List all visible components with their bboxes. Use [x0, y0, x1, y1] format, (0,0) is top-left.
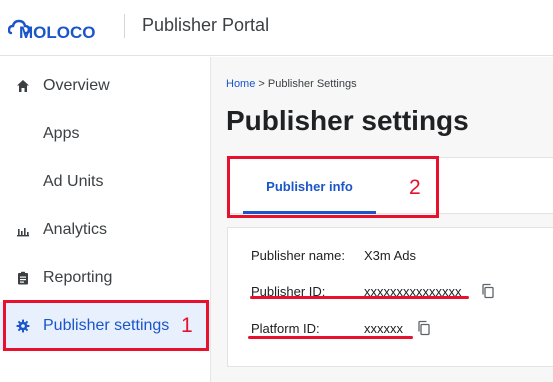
header-divider — [124, 14, 125, 38]
breadcrumb-current: Publisher Settings — [267, 78, 357, 90]
home-icon — [15, 78, 31, 94]
copy-icon[interactable] — [480, 283, 496, 299]
sidebar-item-label: Overview — [43, 77, 110, 94]
publisher-name-value: X3m Ads — [364, 248, 417, 263]
breadcrumb-separator: > — [258, 78, 265, 90]
sidebar-item-label: Apps — [43, 125, 80, 142]
annotation-box-1 — [3, 300, 209, 351]
platform-id-value: xxxxxx — [364, 321, 403, 336]
svg-text:MOLOCO: MOLOCO — [19, 23, 96, 41]
breadcrumb-home-link[interactable]: Home — [226, 78, 255, 90]
annotation-underline-platform-id — [248, 336, 413, 339]
annotation-box-2 — [227, 156, 439, 218]
sidebar-item-ad-units[interactable]: Ad Units — [0, 158, 210, 206]
moloco-logo[interactable]: MOLOCO — [8, 13, 120, 41]
sidebar-item-apps[interactable]: Apps — [0, 110, 210, 158]
moloco-logo-icon: MOLOCO — [8, 19, 96, 41]
sidebar-item-overview[interactable]: Overview — [0, 62, 210, 110]
sidebar-item-reporting[interactable]: Reporting — [0, 254, 210, 302]
sidebar-item-analytics[interactable]: Analytics — [0, 206, 210, 254]
copy-icon[interactable] — [416, 320, 432, 336]
annotation-number-1: 1 — [181, 314, 193, 337]
main-content: Home > Publisher Settings Publisher sett… — [211, 57, 553, 382]
sidebar-item-label: Analytics — [43, 221, 108, 238]
platform-id-label: Platform ID: — [251, 321, 320, 336]
clipboard-icon — [15, 270, 31, 286]
app-title: Publisher Portal — [142, 15, 270, 35]
bar-chart-icon — [15, 222, 31, 238]
top-bar: MOLOCO Publisher Portal — [0, 0, 553, 56]
annotation-underline-publisher-id — [250, 296, 469, 299]
sidebar-item-label: Ad Units — [43, 173, 104, 190]
publisher-name-label: Publisher name: — [251, 248, 345, 263]
sidebar-item-label: Reporting — [43, 269, 113, 286]
page-title: Publisher settings — [226, 105, 469, 136]
breadcrumb: Home > Publisher Settings — [226, 78, 357, 90]
annotation-number-2: 2 — [409, 176, 421, 199]
